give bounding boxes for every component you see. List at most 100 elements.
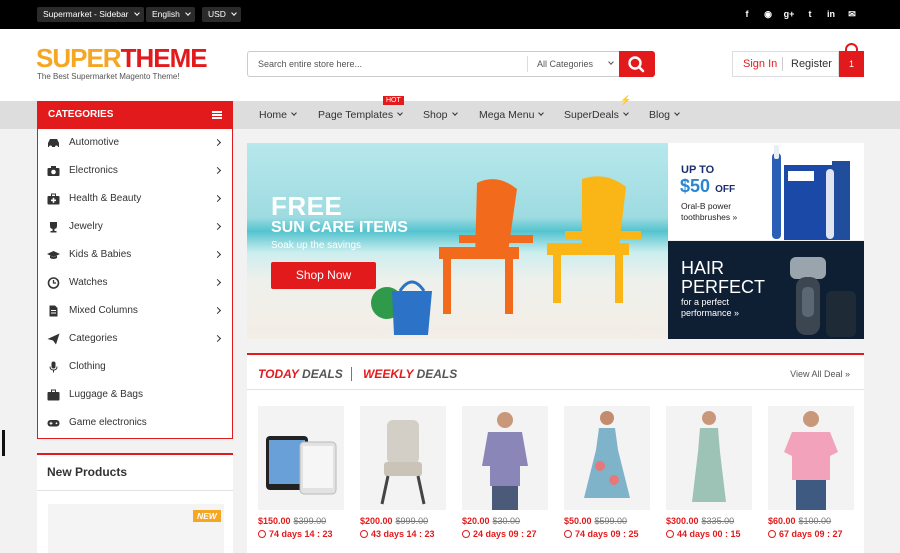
chevron-down-icon	[451, 110, 458, 116]
product-card[interactable]: $20.00 $30.00 24 days 09 : 27	[462, 406, 548, 539]
nav-blog[interactable]: Blog	[649, 101, 680, 129]
document-icon	[49, 305, 58, 317]
twitter-icon[interactable]: t	[804, 9, 816, 20]
category-item-kids-babies[interactable]: Kids & Babies	[38, 241, 232, 269]
divider	[37, 490, 233, 491]
chevron-down-icon	[231, 10, 237, 16]
gamepad-icon	[47, 420, 60, 427]
register-link[interactable]: Register	[791, 52, 832, 76]
divider	[782, 57, 783, 71]
promo-up-to: UP TO	[681, 164, 715, 176]
new-products-title: New Products	[47, 465, 128, 479]
view-all-deals-link[interactable]: View All Deal »	[790, 369, 850, 379]
hero-banner[interactable]: FREE SUN CARE ITEMS Soak up the savings …	[247, 143, 668, 339]
promo-banner-toothbrush[interactable]: UP TO $50 OFF Oral-B power toothbrushes …	[668, 143, 864, 240]
facebook-icon[interactable]: f	[741, 9, 753, 20]
chevron-down-icon	[185, 10, 191, 16]
categories-toggle[interactable]: CATEGORIES	[37, 101, 233, 129]
product-card[interactable]: $50.00 $599.00 74 days 09 : 25	[564, 406, 650, 539]
price-old: $599.00	[594, 516, 628, 526]
search-input[interactable]	[248, 52, 526, 76]
tshirt-icon	[784, 411, 838, 510]
category-item-jewelry[interactable]: Jewelry	[38, 213, 232, 241]
product-image-shirt[interactable]	[462, 406, 548, 510]
promo-banner-shaver[interactable]: HAIR PERFECT for a perfect performance »	[668, 241, 864, 339]
tablet-icon	[266, 436, 337, 495]
store-selector[interactable]: Supermarket - Sidebar	[37, 7, 144, 22]
chevron-right-icon	[213, 194, 222, 203]
nav-mega-menu[interactable]: Mega Menu	[479, 101, 545, 129]
language-selector-value: English	[152, 9, 180, 19]
countdown-value: 24 days 09 : 27	[473, 529, 537, 539]
language-selector[interactable]: English	[146, 7, 195, 22]
category-item-health-beauty[interactable]: Health & Beauty	[38, 185, 232, 213]
category-label: Mixed Columns	[69, 305, 138, 316]
cart-button[interactable]: 1	[839, 43, 864, 77]
store-selector-value: Supermarket - Sidebar	[43, 9, 129, 19]
countdown-value: 44 days 00 : 15	[677, 529, 741, 539]
category-item-categories[interactable]: Categories	[38, 325, 232, 353]
clock-icon	[360, 530, 368, 538]
promo-description: Oral-B power toothbrushes »	[681, 201, 738, 222]
nav-label: SuperDeals	[564, 109, 619, 121]
microphone-icon	[49, 361, 58, 373]
deals-section: TODAY DEALS WEEKLY DEALS View All Deal »…	[247, 353, 864, 553]
promo-amount: $50 OFF	[680, 176, 735, 197]
tab-label-accent: WEEKLY	[363, 367, 414, 381]
logo[interactable]: SUPERTHEME	[36, 43, 208, 73]
category-label: Watches	[69, 277, 108, 288]
linkedin-icon[interactable]: in	[825, 9, 837, 20]
clock-icon	[47, 277, 60, 289]
product-card[interactable]: $200.00 $999.00 43 days 14 : 23	[360, 406, 446, 539]
price-old: $335.00	[701, 516, 735, 526]
briefcase-icon	[47, 389, 60, 401]
nav-superdeals[interactable]: SuperDeals	[564, 101, 629, 129]
nav-shop[interactable]: Shop	[423, 101, 458, 129]
product-card[interactable]: $150.00 $399.00 74 days 14 : 23	[258, 406, 344, 539]
product-card[interactable]: $60.00 $100.00 67 days 09 : 27	[768, 406, 854, 539]
category-item-watches[interactable]: Watches	[38, 269, 232, 297]
category-item-automotive[interactable]: Automotive	[38, 129, 232, 157]
tab-weekly-deals[interactable]: WEEKLY DEALS	[363, 367, 457, 381]
category-label: Electronics	[69, 165, 118, 176]
nav-home[interactable]: Home	[259, 101, 297, 129]
price-current: $300.00	[666, 516, 699, 526]
search-category-select[interactable]: All Categories	[527, 56, 619, 72]
header: SUPERTHEME The Best Supermarket Magento …	[0, 29, 900, 101]
product-image-tshirt[interactable]	[768, 406, 854, 510]
email-icon[interactable]: ✉	[846, 9, 858, 20]
divider	[247, 389, 864, 390]
logo-part-theme: THEME	[120, 43, 208, 73]
chevron-right-icon	[213, 306, 222, 315]
product-image-floral-dress[interactable]	[564, 406, 650, 510]
chevron-down-icon	[538, 110, 545, 116]
price-old: $100.00	[798, 516, 832, 526]
category-item-luggage-bags[interactable]: Luggage & Bags	[38, 381, 232, 409]
category-item-game-electronics[interactable]: Game electronics	[38, 409, 232, 437]
product-image-chair[interactable]	[360, 406, 446, 510]
product-image-lace-dress[interactable]	[666, 406, 752, 510]
google-plus-icon[interactable]: g+	[783, 9, 795, 20]
product-card[interactable]: $300.00 $335.00 44 days 00 : 15	[666, 406, 752, 539]
hot-badge: HOT	[383, 96, 404, 105]
nav-label: Mega Menu	[479, 109, 535, 121]
sign-in-link[interactable]: Sign In	[743, 52, 777, 76]
countdown-value: 43 days 14 : 23	[371, 529, 435, 539]
currency-selector[interactable]: USD	[202, 7, 241, 22]
tab-label-accent: TODAY	[258, 367, 299, 381]
category-item-electronics[interactable]: Electronics	[38, 157, 232, 185]
tab-today-deals[interactable]: TODAY DEALS	[258, 367, 343, 381]
search-button[interactable]	[619, 51, 655, 77]
category-item-clothing[interactable]: Clothing	[38, 353, 232, 381]
shop-now-button[interactable]: Shop Now	[271, 262, 376, 289]
shopping-bag-icon	[845, 43, 858, 53]
category-item-mixed-columns[interactable]: Mixed Columns	[38, 297, 232, 325]
shaver-product-image	[790, 257, 856, 337]
promo-title-line2: PERFECT	[681, 277, 766, 297]
promo-amount-value: $50	[680, 176, 711, 196]
scroll-edge-marker	[2, 430, 5, 456]
product-image-tablet[interactable]	[258, 406, 344, 510]
dribbble-icon[interactable]: ◉	[762, 9, 774, 20]
lightning-icon: ⚡	[620, 95, 632, 105]
nav-page-templates[interactable]: Page Templates	[318, 101, 403, 129]
